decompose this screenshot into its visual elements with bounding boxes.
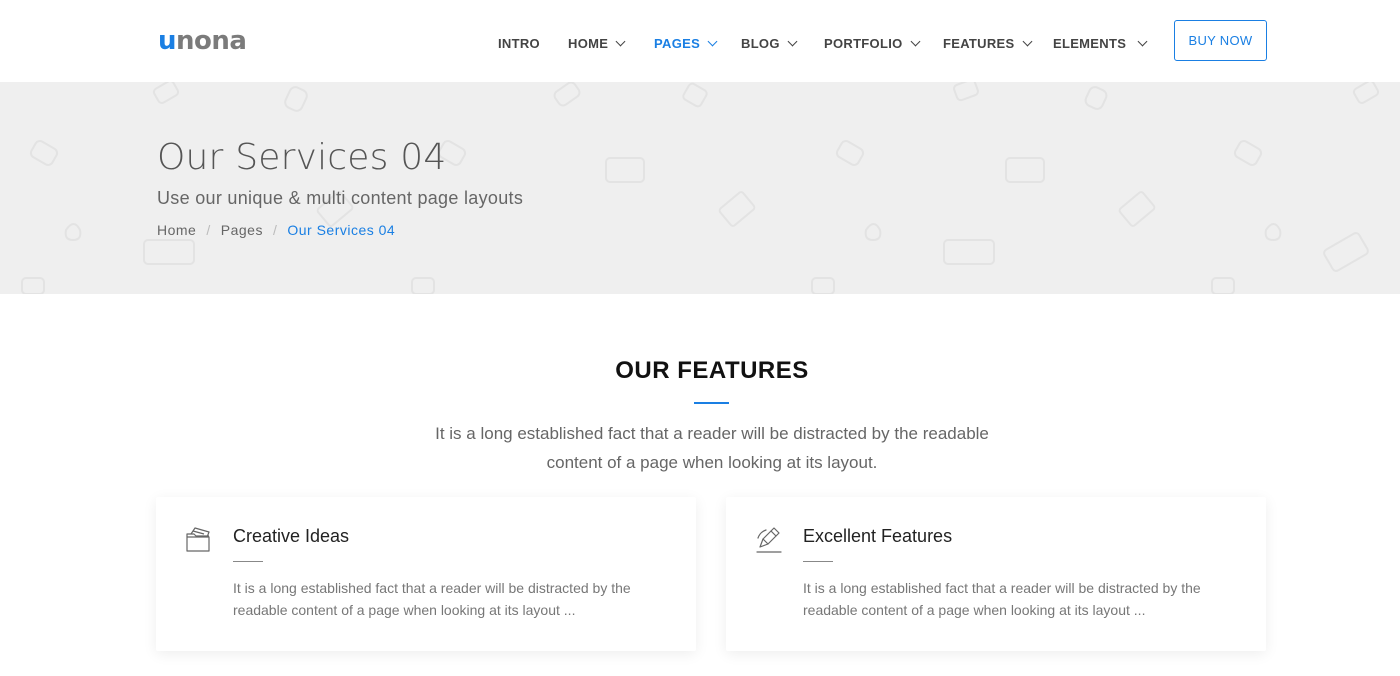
nav-item-label: ELEMENTS — [1053, 36, 1127, 51]
logo-accent-letter: u — [158, 26, 177, 56]
folder-icon — [186, 527, 210, 552]
section-description: It is a long established fact that a rea… — [0, 419, 1400, 477]
nav-item-label: INTRO — [498, 36, 540, 51]
page-hero: Our Services 04 Use our unique & multi c… — [0, 82, 1400, 294]
logo-text: nona — [176, 26, 247, 56]
nav-item-portfolio[interactable]: PORTFOLIO — [824, 35, 920, 53]
card-title: Creative Ideas — [233, 526, 350, 546]
breadcrumb-current: Our Services 04 — [287, 222, 396, 238]
nav-item-label: BLOG — [741, 36, 780, 51]
chevron-down-icon — [1022, 36, 1032, 47]
nav-item-features[interactable]: FEATURES — [943, 35, 1032, 53]
nav-item-label: FEATURES — [943, 36, 1015, 51]
chevron-down-icon — [1137, 36, 1148, 47]
nav-item-label: PORTFOLIO — [824, 36, 903, 51]
chevron-down-icon — [707, 36, 718, 47]
nav-item-label: HOME — [568, 36, 609, 51]
logo[interactable]: unona — [158, 26, 247, 56]
nav-item-blog[interactable]: BLOG — [741, 35, 798, 53]
nav-item-intro[interactable]: INTRO — [498, 35, 540, 53]
breadcrumb: Home / Pages / Our Services 04 — [157, 221, 395, 239]
pen-edit-icon — [756, 527, 782, 553]
breadcrumb-separator: / — [272, 222, 278, 238]
breadcrumb-pages[interactable]: Pages — [221, 221, 263, 239]
chevron-down-icon — [910, 36, 920, 47]
breadcrumb-separator: / — [206, 222, 211, 238]
card-divider — [233, 561, 263, 562]
nav-item-label: PAGES — [654, 36, 701, 51]
card-divider — [803, 561, 833, 562]
card-text: It is a long established fact that a rea… — [803, 580, 1201, 618]
feature-card-excellent-features: Excellent Features It is a long establis… — [726, 497, 1266, 651]
nav-item-elements[interactable]: ELEMENTS — [1053, 35, 1148, 53]
nav-item-pages[interactable]: PAGES — [654, 35, 718, 53]
section-description-line: content of a page when looking at its la… — [546, 453, 878, 472]
buy-now-button[interactable]: BUY NOW — [1174, 20, 1267, 61]
section-title: OUR FEATURES — [615, 357, 809, 384]
section-description-line: It is a long established fact that a rea… — [435, 424, 989, 443]
feature-card-creative-ideas: Creative Ideas It is a long established … — [156, 497, 696, 651]
page-subtitle: Use our unique & multi content page layo… — [157, 188, 524, 208]
section-title-underline — [694, 402, 729, 404]
page-title: Our Services 04 — [157, 137, 447, 178]
breadcrumb-home[interactable]: Home — [157, 221, 196, 239]
chevron-down-icon — [787, 36, 798, 47]
nav-item-home[interactable]: HOME — [568, 35, 626, 53]
site-header: unona INTRO HOME PAGES BLOG PORTFOLIO FE… — [0, 0, 1400, 82]
chevron-down-icon — [615, 36, 626, 47]
card-text: It is a long established fact that a rea… — [233, 580, 631, 618]
card-title: Excellent Features — [803, 526, 953, 546]
